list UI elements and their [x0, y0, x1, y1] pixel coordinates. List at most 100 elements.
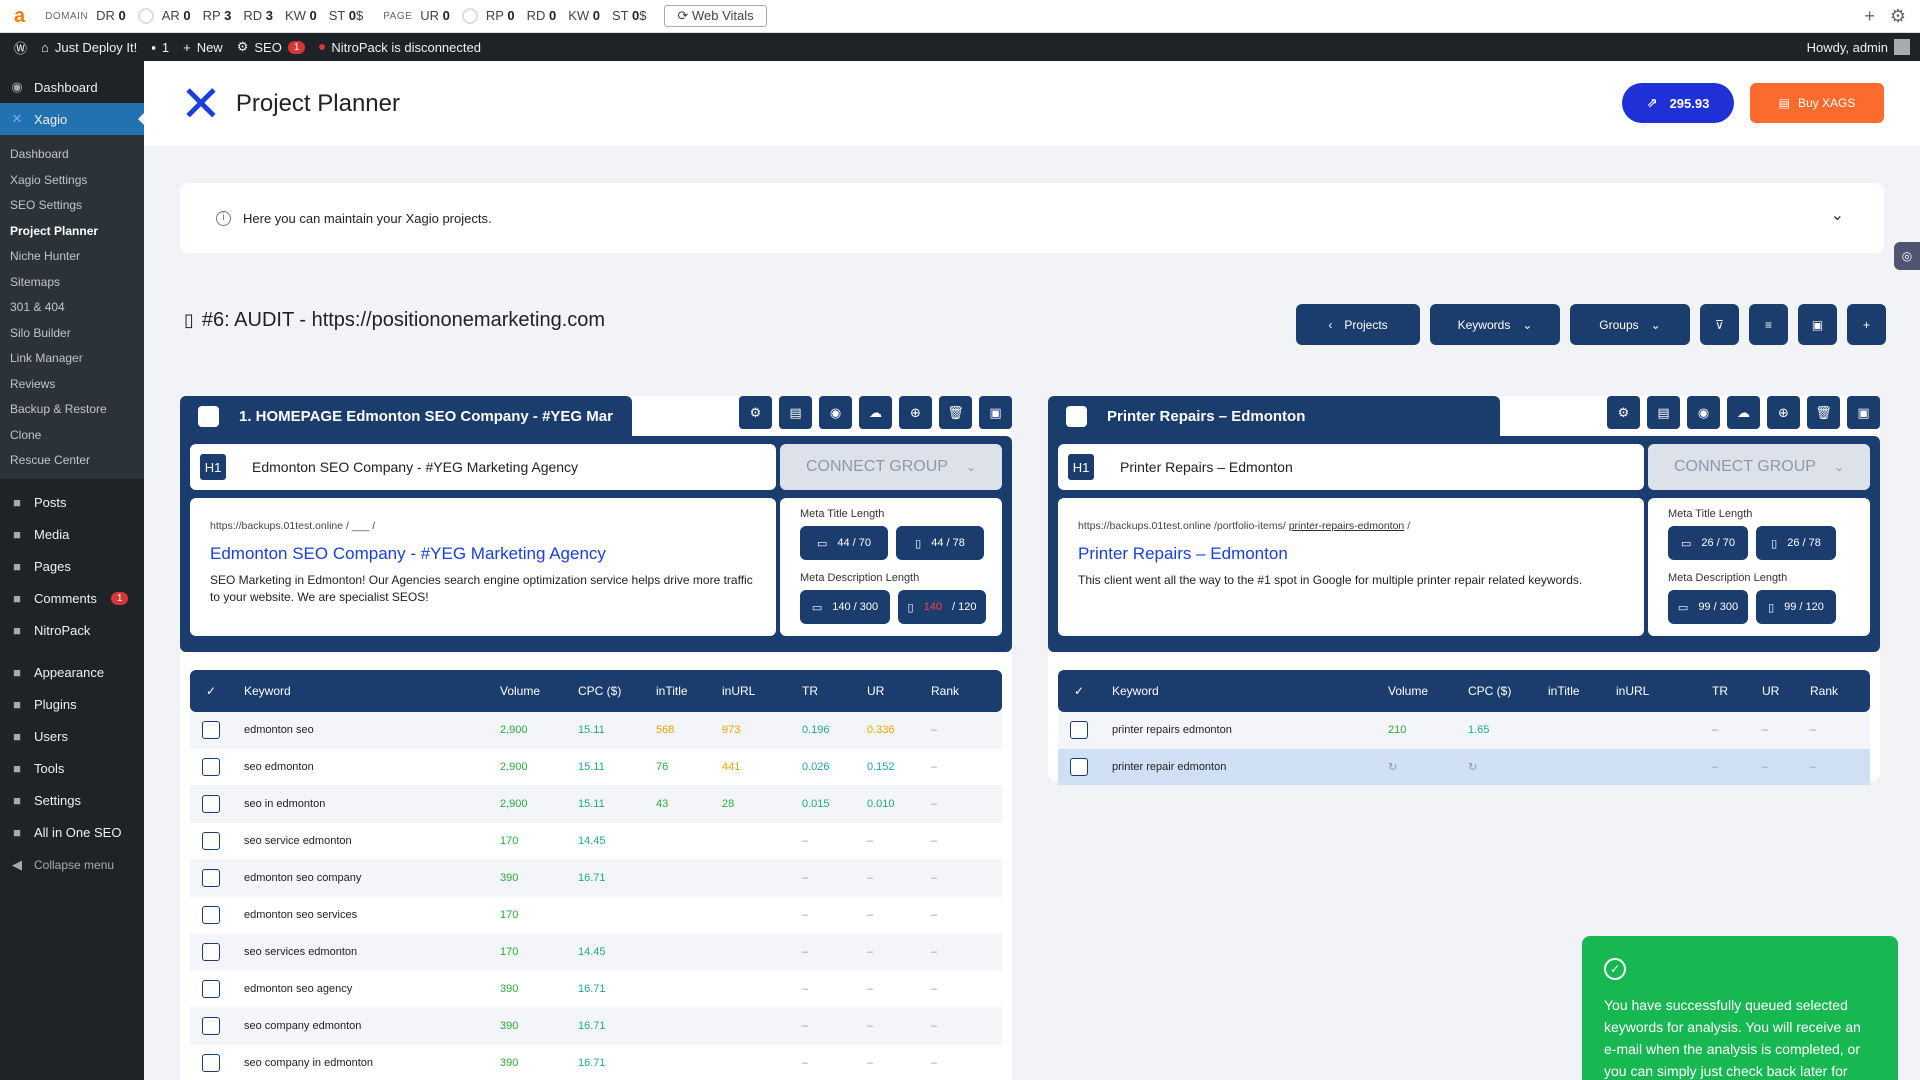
menu-media[interactable]: ■ Media	[0, 519, 144, 551]
submenu-item[interactable]: Backup & Restore	[0, 396, 144, 422]
menu-users[interactable]: ■ Users	[0, 721, 144, 753]
trash-icon[interactable]: 🗑	[1807, 396, 1840, 429]
serp-preview[interactable]: https://backups.01test.online /portfolio…	[1058, 498, 1644, 636]
submenu-item[interactable]: Niche Hunter	[0, 243, 144, 269]
submenu-item[interactable]: Rescue Center	[0, 447, 144, 473]
column-header[interactable]: inURL	[1616, 684, 1649, 698]
meta-desc-mobile[interactable]: ▯ 140 / 120	[898, 590, 986, 624]
menu-posts[interactable]: ■ Posts	[0, 487, 144, 519]
submenu-item[interactable]: Reviews	[0, 371, 144, 397]
submenu-item[interactable]: SEO Settings	[0, 192, 144, 218]
column-header[interactable]: inURL	[722, 684, 755, 698]
column-header[interactable]: Keyword	[1112, 684, 1159, 698]
submenu-item[interactable]: Link Manager	[0, 345, 144, 371]
table-row[interactable]: seo edmonton 2,900 15.11 76 441 0.026 0.152 –	[190, 749, 1002, 786]
menu-dashboard[interactable]: ◉ Dashboard	[0, 71, 144, 103]
serp-preview[interactable]: https://backups.01test.online / ___ / Ed…	[190, 498, 776, 636]
group-checkbox[interactable]	[198, 405, 219, 427]
table-row[interactable]: edmonton seo 2,900 15.11 568 973 0.196 0.336 –	[190, 712, 1002, 749]
ahrefs-logo[interactable]: a	[14, 5, 25, 28]
projects-button[interactable]: ‹ Projects	[1296, 304, 1420, 345]
table-row[interactable]: seo company in edmonton 390 16.71 – – –	[190, 1045, 1002, 1080]
group-name-tab[interactable]: Printer Repairs – Edmonton	[1048, 396, 1500, 436]
side-widget-button[interactable]: ◎	[1894, 242, 1920, 270]
menu-pages[interactable]: ■ Pages	[0, 551, 144, 583]
nitropack-status[interactable]: NitroPack is disconnected	[319, 40, 481, 55]
table-row[interactable]: printer repairs edmonton 210 1.65 – – –	[1058, 712, 1870, 749]
settings-icon[interactable]: ⚙	[1607, 396, 1640, 429]
column-header[interactable]: inTitle	[1548, 684, 1580, 698]
meta-title-desktop[interactable]: ▭ 26 / 70	[1668, 526, 1748, 560]
row-checkbox[interactable]	[202, 869, 220, 887]
eye-icon[interactable]: ◉	[819, 396, 852, 429]
submenu-item[interactable]: Clone	[0, 422, 144, 448]
target-icon[interactable]: ⊕	[1767, 396, 1800, 429]
row-checkbox[interactable]	[202, 1054, 220, 1072]
meta-desc-mobile[interactable]: ▯ 99 / 120	[1756, 590, 1836, 624]
comments-link[interactable]: ▪ 1	[151, 40, 169, 55]
wp-logo-icon[interactable]: Ⓦ	[14, 38, 27, 57]
select-all-icon[interactable]: ✓	[206, 684, 216, 698]
column-header[interactable]: UR	[1762, 684, 1779, 698]
column-header[interactable]: Rank	[1810, 684, 1838, 698]
table-row[interactable]: edmonton seo company 390 16.71 – – –	[190, 860, 1002, 897]
new-link[interactable]: + New	[183, 40, 223, 55]
web-vitals-button[interactable]: ⟳ Web Vitals	[664, 5, 767, 27]
table-row[interactable]: seo services edmonton 170 14.45 – – –	[190, 934, 1002, 971]
menu-xagio[interactable]: ✕ Xagio	[0, 103, 144, 135]
column-header[interactable]: CPC ($)	[1468, 684, 1511, 698]
column-header[interactable]: inTitle	[656, 684, 688, 698]
notes-icon[interactable]: ▤	[1647, 396, 1680, 429]
table-row[interactable]: edmonton seo services 170 – – –	[190, 897, 1002, 934]
save-button[interactable]: ▣	[1798, 304, 1837, 345]
h1-field[interactable]: H1 Printer Repairs – Edmonton	[1058, 444, 1644, 490]
table-row[interactable]: seo company edmonton 390 16.71 – – –	[190, 1008, 1002, 1045]
menu-settings[interactable]: ■ Settings	[0, 785, 144, 817]
connect-group-dropdown[interactable]: CONNECT GROUP ⌄	[780, 444, 1002, 490]
table-row[interactable]: seo service edmonton 170 14.45 – – –	[190, 823, 1002, 860]
seo-link[interactable]: ⚙ SEO 1	[237, 39, 306, 55]
chevron-down-icon[interactable]: ⌄	[1831, 205, 1844, 225]
group-checkbox[interactable]	[1066, 405, 1087, 427]
column-header[interactable]: Volume	[500, 684, 540, 698]
meta-desc-desktop[interactable]: ▭ 140 / 300	[800, 590, 890, 624]
menu-comments[interactable]: ■ Comments 1	[0, 583, 144, 615]
table-row[interactable]: edmonton seo agency 390 16.71 – – –	[190, 971, 1002, 1008]
site-name[interactable]: ⌂ Just Deploy It!	[41, 40, 137, 55]
row-checkbox[interactable]	[202, 943, 220, 961]
select-all-icon[interactable]: ✓	[1074, 684, 1084, 698]
connect-group-dropdown[interactable]: CONNECT GROUP ⌄	[1648, 444, 1870, 490]
target-icon[interactable]: ⊕	[899, 396, 932, 429]
row-checkbox[interactable]	[1070, 758, 1088, 776]
meta-title-mobile[interactable]: ▯ 26 / 78	[1756, 526, 1836, 560]
buy-xags-button[interactable]: ▤ Buy XAGS	[1750, 83, 1884, 123]
menu-tools[interactable]: ■ Tools	[0, 753, 144, 785]
filter-button[interactable]: ⊽	[1700, 304, 1739, 345]
collapse-menu[interactable]: ◀ Collapse menu	[0, 849, 144, 881]
menu-appearance[interactable]: ■ Appearance	[0, 657, 144, 689]
row-checkbox[interactable]	[202, 795, 220, 813]
column-header[interactable]: Rank	[931, 684, 959, 698]
trash-icon[interactable]: 🗑	[939, 396, 972, 429]
menu-all-in-one-seo[interactable]: ■ All in One SEO	[0, 817, 144, 849]
meta-desc-desktop[interactable]: ▭ 99 / 300	[1668, 590, 1748, 624]
row-checkbox[interactable]	[202, 832, 220, 850]
column-header[interactable]: Volume	[1388, 684, 1428, 698]
keywords-dropdown[interactable]: Keywords ⌄	[1430, 304, 1560, 345]
row-checkbox[interactable]	[202, 980, 220, 998]
submenu-item[interactable]: Project Planner	[0, 218, 144, 244]
meta-title-mobile[interactable]: ▯ 44 / 78	[896, 526, 984, 560]
eye-icon[interactable]: ◉	[1687, 396, 1720, 429]
row-checkbox[interactable]	[1070, 721, 1088, 739]
group-name-tab[interactable]: 1. HOMEPAGE Edmonton SEO Company - #YEG …	[180, 396, 632, 436]
menu-nitropack[interactable]: ■ NitroPack	[0, 615, 144, 647]
save-icon[interactable]: ▣	[1847, 396, 1880, 429]
settings-icon[interactable]: ⚙	[739, 396, 772, 429]
submenu-item[interactable]: Sitemaps	[0, 269, 144, 295]
howdy-user[interactable]: Howdy, admin	[1807, 39, 1910, 55]
notes-icon[interactable]: ▤	[779, 396, 812, 429]
row-checkbox[interactable]	[202, 906, 220, 924]
column-header[interactable]: UR	[867, 684, 884, 698]
h1-field[interactable]: H1 Edmonton SEO Company - #YEG Marketing …	[190, 444, 776, 490]
ahrefs-actions[interactable]: + ⚙	[1864, 6, 1906, 27]
